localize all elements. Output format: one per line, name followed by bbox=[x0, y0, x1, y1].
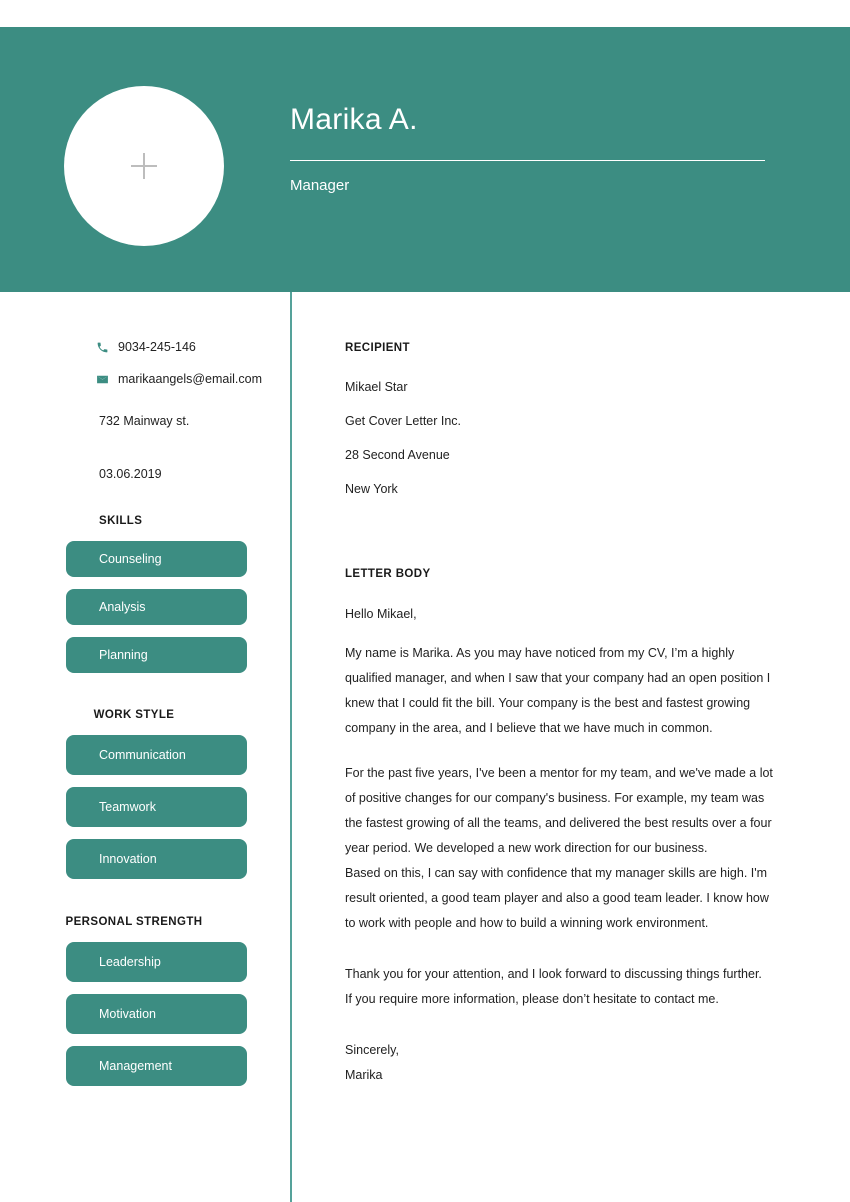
applicant-name: Marika A. bbox=[290, 103, 418, 136]
work-style-pill[interactable]: Innovation bbox=[66, 839, 247, 879]
personal-strength-pill[interactable]: Leadership bbox=[66, 942, 247, 982]
section-personal-strength-heading: PERSONAL STRENGTH bbox=[65, 916, 203, 928]
column-divider bbox=[290, 292, 292, 1202]
body-paragraph: Based on this, I can say with confidence… bbox=[345, 866, 769, 930]
recipient-heading: RECIPIENT bbox=[345, 342, 410, 354]
contact-address: 732 Mainway st. bbox=[99, 414, 190, 428]
body-paragraph: My name is Marika. As you may have notic… bbox=[345, 646, 771, 735]
section-skills-heading: SKILLS bbox=[99, 515, 143, 527]
plus-icon bbox=[131, 153, 157, 179]
signature-name: Marika bbox=[345, 1068, 383, 1082]
letter-date: 03.06.2019 bbox=[99, 467, 162, 481]
sign-off: Sincerely, bbox=[345, 1043, 399, 1057]
contact-email-value: marikaangels@email.com bbox=[118, 372, 262, 386]
contact-list: 9034-245-146 marikaangels@email.com bbox=[96, 340, 290, 386]
avatar[interactable] bbox=[64, 86, 224, 246]
personal-strength-pill[interactable]: Motivation bbox=[66, 994, 247, 1034]
envelope-icon bbox=[95, 372, 109, 386]
sidebar: 9034-245-146 marikaangels@email.com 732 … bbox=[0, 292, 290, 1098]
cover-letter-page: Marika A. Manager 9034-245-146 marikaang… bbox=[0, 0, 850, 1202]
body-paragraph: For the past five years, I've been a men… bbox=[345, 766, 773, 855]
contact-phone-value: 9034-245-146 bbox=[118, 340, 196, 354]
section-skills: SKILLS Counseling Analysis Planning bbox=[0, 515, 290, 673]
salutation: Hello Mikael, bbox=[345, 607, 417, 621]
recipient-block: RECIPIENT Mikael Star Get Cover Letter I… bbox=[345, 292, 775, 496]
phone-icon bbox=[95, 340, 109, 354]
personal-strength-pill[interactable]: Management bbox=[66, 1046, 247, 1086]
work-style-pill[interactable]: Communication bbox=[66, 735, 247, 775]
letter-body-block: LETTER BODY Hello Mikael, My name is Mar… bbox=[345, 568, 775, 1088]
skill-pill[interactable]: Analysis bbox=[66, 589, 247, 625]
skill-pill[interactable]: Counseling bbox=[66, 541, 247, 577]
contact-email: marikaangels@email.com bbox=[96, 372, 290, 386]
closing-paragraph: Thank you for your attention, and I look… bbox=[345, 967, 762, 1006]
name-underline-rule bbox=[290, 159, 765, 161]
skill-pill[interactable]: Planning bbox=[66, 637, 247, 673]
header-banner: Marika A. Manager bbox=[0, 27, 850, 292]
recipient-line: Get Cover Letter Inc. bbox=[345, 414, 462, 428]
recipient-line: New York bbox=[345, 482, 398, 496]
section-work-style: WORK STYLE Communication Teamwork Innova… bbox=[0, 709, 290, 879]
header-identity: Marika A. Manager bbox=[290, 103, 766, 194]
contact-phone: 9034-245-146 bbox=[97, 340, 290, 354]
letter-body-heading: LETTER BODY bbox=[345, 568, 431, 580]
section-personal-strength: PERSONAL STRENGTH Leadership Motivation … bbox=[0, 916, 290, 1086]
signature-block: Sincerely, Marika bbox=[345, 1038, 775, 1088]
section-work-style-heading: WORK STYLE bbox=[93, 709, 175, 721]
job-title: Manager bbox=[290, 177, 350, 194]
letter-content: RECIPIENT Mikael Star Get Cover Letter I… bbox=[345, 292, 775, 1088]
recipient-line: Mikael Star bbox=[345, 380, 408, 394]
recipient-line: 28 Second Avenue bbox=[345, 448, 450, 462]
work-style-pill[interactable]: Teamwork bbox=[66, 787, 247, 827]
